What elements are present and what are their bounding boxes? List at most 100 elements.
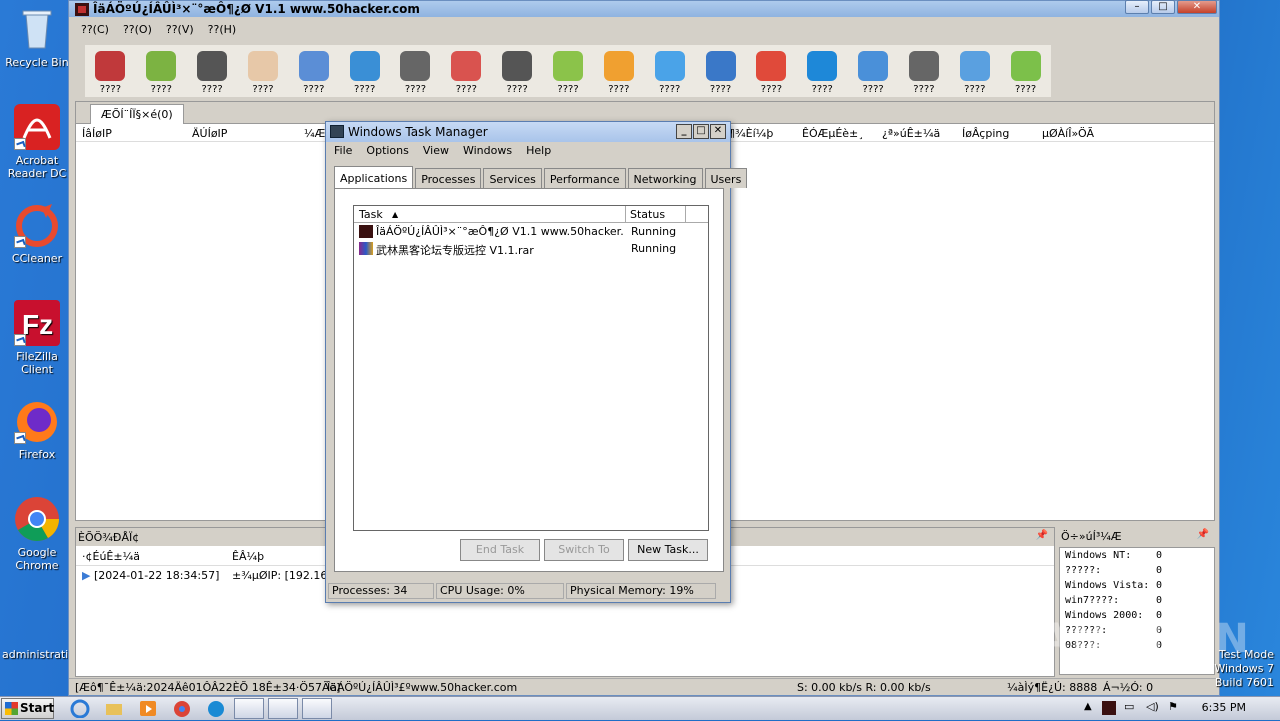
- desktop-icon-acrobat[interactable]: Acrobat Reader DC: [2, 104, 72, 180]
- os-stat-row: Windows Vista: 0: [1060, 578, 1214, 593]
- action-center-flag-icon[interactable]: ⚑: [1168, 700, 1178, 713]
- column-header[interactable]: ·¢ÉúÊ±¼ä: [82, 550, 140, 563]
- toolbar-button-3[interactable]: ????: [238, 45, 289, 97]
- os-count: 0: [1156, 595, 1163, 606]
- desktop-icon-firefox[interactable]: Firefox: [2, 398, 72, 461]
- test-mode-line: Test Mode: [1218, 648, 1274, 661]
- desktop-icon-ccleaner[interactable]: CCleaner: [2, 202, 72, 265]
- menu-help[interactable]: Help: [526, 144, 551, 157]
- close-button[interactable]: ✕: [1177, 0, 1217, 14]
- maximize-button[interactable]: □: [1151, 0, 1175, 14]
- column-header[interactable]: ÄÚÍøIP: [192, 127, 227, 140]
- desktop-icon-admin[interactable]: administrati...: [2, 620, 79, 661]
- desktop-icon-chrome[interactable]: Google Chrome: [2, 496, 72, 572]
- app-title-bar[interactable]: ÎäÁÖºÚ¿ÍÂÛÌ³×¨°æÔ¶¿Ø V1.1 www.50hacker.c…: [69, 0, 1219, 17]
- tab-users[interactable]: Users: [704, 168, 748, 188]
- column-header[interactable]: µØÀíÎ»ÖÃ: [1042, 127, 1094, 140]
- toolbar-button-10[interactable]: ????: [593, 45, 644, 97]
- tray-app-icon[interactable]: [1102, 701, 1116, 715]
- menu-item-1[interactable]: ??(O): [123, 23, 152, 36]
- menu-windows[interactable]: Windows: [463, 144, 512, 157]
- column-header[interactable]: ¿ª»úÊ±¼ä: [882, 127, 940, 140]
- toolbar-button-12[interactable]: ????: [695, 45, 746, 97]
- os-count: 0: [1156, 565, 1163, 576]
- toolbar-button-13[interactable]: ????: [746, 45, 797, 97]
- column-header[interactable]: ÍøÂçping: [962, 127, 1009, 140]
- start-button[interactable]: Start: [1, 698, 54, 719]
- taskbar-remote-app[interactable]: [302, 698, 332, 719]
- chrome-taskbar-icon[interactable]: [172, 699, 194, 718]
- menu-item-3[interactable]: ??(H): [208, 23, 237, 36]
- toolbar-button-11[interactable]: ????: [644, 45, 695, 97]
- toolbar-button-8[interactable]: ????: [492, 45, 543, 97]
- expand-arrow-icon[interactable]: ▶: [82, 569, 90, 582]
- toolbar-icon: [858, 51, 889, 81]
- pin-icon[interactable]: 📌: [1197, 529, 1209, 540]
- desktop-icon-label: Acrobat Reader DC: [7, 154, 67, 180]
- column-header[interactable]: ÊÂ¼þ: [232, 550, 264, 563]
- recycle-bin-icon: [14, 6, 60, 52]
- tab-performance[interactable]: Performance: [543, 168, 626, 188]
- applications-tab-body: Task ▲ Status ÎäÁÖºÚ¿ÍÂÛÌ³×¨°æÔ¶¿Ø V1.1 …: [334, 188, 724, 572]
- column-header-task[interactable]: Task: [359, 208, 383, 221]
- network-icon[interactable]: ▭: [1124, 700, 1134, 713]
- toolbar-button-2[interactable]: ????: [187, 45, 238, 97]
- toolbar-button-18[interactable]: ????: [1000, 45, 1051, 97]
- tab-services[interactable]: Services: [483, 168, 542, 188]
- show-hidden-icons[interactable]: ▲: [1084, 701, 1092, 712]
- menu-view[interactable]: View: [423, 144, 449, 157]
- desktop-icon-label: Firefox: [18, 448, 56, 461]
- toolbar-button-1[interactable]: ????: [136, 45, 187, 97]
- media-player-icon[interactable]: [138, 699, 160, 718]
- menu-file[interactable]: File: [334, 144, 352, 157]
- volume-icon[interactable]: ◁): [1146, 700, 1159, 713]
- task-status: Running: [631, 242, 677, 255]
- toolbar-button-17[interactable]: ????: [949, 45, 1000, 97]
- task-name: ÎäÁÖºÚ¿ÍÂÛÌ³×¨°æÔ¶¿Ø V1.1 www.50hacker.c…: [376, 225, 624, 238]
- tab-networking[interactable]: Networking: [627, 168, 703, 188]
- column-header[interactable]: ÊÓÆµÉè±¸: [802, 127, 864, 140]
- taskbar-winrar[interactable]: [234, 698, 264, 719]
- menu-options[interactable]: Options: [366, 144, 408, 157]
- column-header[interactable]: ÍâÍøIP: [82, 127, 112, 140]
- menu-item-2[interactable]: ??(V): [166, 23, 194, 36]
- switch-to-button[interactable]: Switch To: [544, 539, 624, 561]
- menu-item-0[interactable]: ??(C): [81, 23, 109, 36]
- taskbar-task-manager[interactable]: [268, 698, 298, 719]
- toolbar-button-0[interactable]: ????: [85, 45, 136, 97]
- task-row[interactable]: ÎäÁÖºÚ¿ÍÂÛÌ³×¨°æÔ¶¿Ø V1.1 www.50hacker.c…: [354, 223, 708, 240]
- edge-icon[interactable]: [206, 699, 228, 718]
- toolbar-button-6[interactable]: ????: [390, 45, 441, 97]
- toolbar-button-5[interactable]: ????: [339, 45, 390, 97]
- ie-icon[interactable]: [70, 699, 92, 719]
- column-header-status[interactable]: Status: [630, 208, 665, 221]
- toolbar-button-9[interactable]: ????: [543, 45, 594, 97]
- app-toolbar: ????????????????????????????????????????…: [85, 45, 1051, 97]
- desktop-icon-filezilla[interactable]: Fz FileZilla Client: [2, 300, 72, 376]
- toolbar-button-4[interactable]: ????: [288, 45, 339, 97]
- task-row[interactable]: 武林黑客论坛专版远控 V1.1.rar Running: [354, 240, 708, 257]
- toolbar-button-16[interactable]: ????: [899, 45, 950, 97]
- tab-applications[interactable]: Applications: [334, 166, 414, 188]
- toolbar-button-7[interactable]: ????: [441, 45, 492, 97]
- close-button[interactable]: ✕: [710, 124, 726, 139]
- desktop-icon-label: FileZilla Client: [16, 350, 58, 376]
- app-logo-icon: [75, 2, 89, 16]
- new-task-button[interactable]: New Task...: [628, 539, 708, 561]
- maximize-button[interactable]: □: [693, 124, 709, 139]
- os-stat-row: ?????: 0: [1060, 563, 1214, 578]
- clock[interactable]: 6:35 PM: [1202, 701, 1246, 714]
- end-task-button[interactable]: End Task: [460, 539, 540, 561]
- pin-icon[interactable]: 📌: [1036, 530, 1048, 541]
- task-manager-title-bar[interactable]: Windows Task Manager _ □ ✕: [326, 122, 730, 142]
- tab-default-group[interactable]: ÆÕÍ¨ÍÏ§×é(0): [90, 104, 184, 124]
- task-manager-title: Windows Task Manager: [348, 125, 488, 139]
- column-header[interactable]: ¶¾Èí¼þ: [728, 127, 773, 140]
- tab-processes[interactable]: Processes: [415, 168, 482, 188]
- explorer-folder-icon[interactable]: [104, 699, 126, 718]
- desktop-icon-recycle-bin[interactable]: Recycle Bin: [2, 6, 72, 69]
- minimize-button[interactable]: –: [1125, 0, 1149, 14]
- minimize-button[interactable]: _: [676, 124, 692, 139]
- toolbar-button-15[interactable]: ????: [848, 45, 899, 97]
- toolbar-button-14[interactable]: ????: [797, 45, 848, 97]
